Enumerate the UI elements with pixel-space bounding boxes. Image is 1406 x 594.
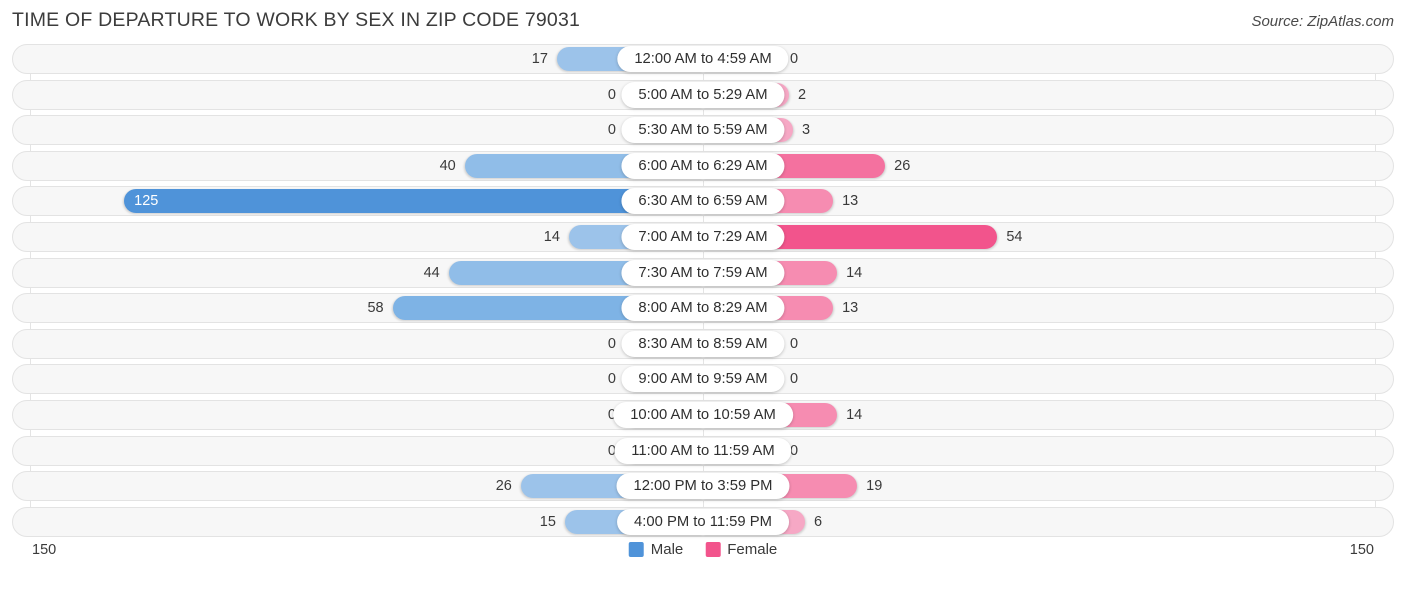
category-label: 10:00 AM to 10:59 AM (613, 401, 793, 428)
category-label: 12:00 AM to 4:59 AM (617, 46, 789, 72)
male-bar-group: 0 (24, 118, 703, 143)
chart-row: 15 6 4:00 PM to 11:59 PM (12, 506, 1394, 537)
female-bar-group: 3 (703, 118, 1382, 143)
male-bar-group: 0 (24, 367, 703, 392)
male-bar-group: 14 (24, 224, 703, 249)
male-bar-group: 0 (24, 331, 703, 356)
chart-row: 0 2 5:00 AM to 5:29 AM (12, 79, 1394, 110)
axis-max-left: 150 (32, 542, 57, 558)
category-label: 6:00 AM to 6:29 AM (621, 152, 785, 179)
male-value-label: 40 (439, 157, 456, 174)
legend-swatch-icon (705, 542, 721, 557)
female-value-label: 54 (1006, 228, 1023, 245)
chart-row: 0 3 5:30 AM to 5:59 AM (12, 115, 1394, 146)
female-bar-group: 2 (703, 82, 1382, 107)
chart-plot-area: 17 0 12:00 AM to 4:59 AM 0 2 5:00 AM to 5:29 … (12, 44, 1394, 538)
category-label: 8:30 AM to 8:59 AM (621, 330, 785, 357)
male-bar-group: 15 (24, 509, 703, 534)
chart-row: 58 13 8:00 AM to 8:29 AM (12, 293, 1394, 324)
female-value-label: 2 (798, 86, 807, 103)
female-value-label: 3 (802, 122, 811, 139)
female-bar-group: 14 (703, 402, 1382, 427)
chart-row: 125 13 6:30 AM to 6:59 AM (12, 186, 1394, 217)
male-bar-group: 58 (24, 296, 703, 321)
female-value-label: 26 (894, 157, 911, 174)
chart-row: 0 0 9:00 AM to 9:59 AM (12, 364, 1394, 395)
male-bar-group: 17 (24, 47, 703, 71)
category-label: 5:30 AM to 5:59 AM (621, 117, 785, 144)
chart-row: 44 14 7:30 AM to 7:59 AM (12, 257, 1394, 288)
chart-row: 26 19 12:00 PM to 3:59 PM (12, 471, 1394, 502)
category-label: 5:00 AM to 5:29 AM (621, 81, 785, 108)
male-value-label: 14 (543, 228, 560, 245)
female-bar-group: 0 (703, 331, 1382, 356)
male-bar-group: 0 (24, 438, 703, 463)
female-bar-group: 26 (703, 153, 1382, 178)
male-value-label: 125 (134, 193, 159, 210)
female-bar-group: 0 (703, 47, 1382, 71)
female-value-label: 14 (846, 406, 863, 423)
chart-row: 0 14 10:00 AM to 10:59 AM (12, 399, 1394, 430)
male-value-label: 15 (539, 513, 556, 530)
chart-row: 17 0 12:00 AM to 4:59 AM (12, 44, 1394, 74)
chart-row: 0 0 8:30 AM to 8:59 AM (12, 328, 1394, 359)
female-bar-group: 54 (703, 224, 1382, 249)
female-bar-group: 0 (703, 367, 1382, 392)
female-value-label: 6 (814, 513, 823, 530)
male-bar-group: 0 (24, 82, 703, 107)
female-value-label: 13 (842, 300, 859, 317)
chart-legend: Male Female (628, 541, 777, 558)
female-bar-group: 6 (703, 509, 1382, 534)
male-bar-group: 44 (24, 260, 703, 285)
male-bar-group: 26 (24, 474, 703, 499)
male-value-label: 17 (531, 51, 548, 67)
male-value-label: 44 (423, 264, 440, 281)
chart-row: 14 54 7:00 AM to 7:29 AM (12, 221, 1394, 252)
male-bar-group: 125 (24, 189, 703, 214)
category-label: 11:00 AM to 11:59 AM (614, 437, 792, 464)
legend-label: Female (727, 541, 778, 558)
category-label: 4:00 PM to 11:59 PM (617, 508, 789, 535)
female-value-label: 19 (866, 478, 883, 495)
category-label: 9:00 AM to 9:59 AM (621, 366, 785, 393)
female-value-label: 14 (846, 264, 863, 281)
chart-row: 40 26 6:00 AM to 6:29 AM (12, 150, 1394, 181)
category-label: 12:00 PM to 3:59 PM (616, 473, 790, 500)
female-bar-group: 13 (703, 189, 1382, 214)
male-value-label: 26 (495, 478, 512, 495)
category-label: 7:30 AM to 7:59 AM (621, 259, 785, 286)
female-bar-group: 19 (703, 474, 1382, 499)
category-label: 7:00 AM to 7:29 AM (621, 223, 785, 250)
legend-item[interactable]: Male (628, 541, 684, 558)
female-bar-group: 14 (703, 260, 1382, 285)
male-bar[interactable]: 125 (124, 189, 703, 214)
female-bar-group: 0 (703, 438, 1382, 463)
chart-footer: 150 150 Male Female (12, 538, 1394, 578)
legend-swatch-icon (628, 542, 644, 557)
chart-rows: 17 0 12:00 AM to 4:59 AM 0 2 5:00 AM to 5:29 … (12, 44, 1394, 537)
female-value-label: 13 (842, 193, 859, 210)
male-bar-group: 40 (24, 153, 703, 178)
chart-row: 0 0 11:00 AM to 11:59 AM (12, 435, 1394, 466)
source-attribution: Source: ZipAtlas.com (1251, 13, 1394, 30)
legend-item[interactable]: Female (705, 541, 777, 558)
chart-header: TIME OF DEPARTURE TO WORK BY SEX IN ZIP … (0, 0, 1406, 44)
male-bar-group: 0 (24, 402, 703, 427)
male-value-label: 58 (367, 300, 384, 317)
category-label: 8:00 AM to 8:29 AM (621, 295, 785, 322)
category-label: 6:30 AM to 6:59 AM (621, 188, 785, 215)
axis-max-right: 150 (1349, 542, 1374, 558)
page-title: TIME OF DEPARTURE TO WORK BY SEX IN ZIP … (12, 9, 581, 31)
legend-label: Male (650, 541, 684, 558)
female-bar-group: 13 (703, 296, 1382, 321)
